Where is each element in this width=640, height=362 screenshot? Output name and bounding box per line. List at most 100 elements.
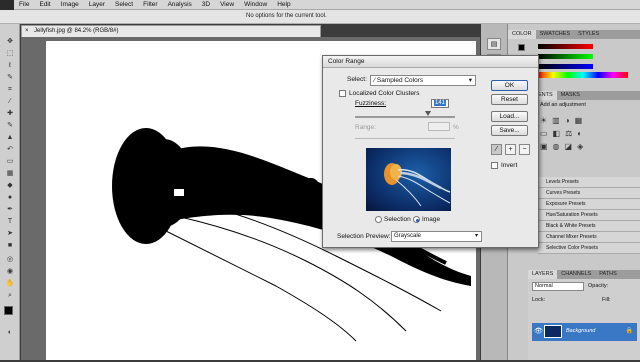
tab-paths[interactable]: PATHS [595,270,621,279]
color-fg-swatch[interactable] [518,44,525,51]
healing-tool-icon[interactable]: ✚ [5,110,15,118]
blur-tool-icon[interactable]: ◆ [5,182,15,190]
image-preview[interactable] [366,148,451,211]
image-radio-label: Image [422,216,441,223]
history-brush-tool-icon[interactable]: ↶ [5,146,15,154]
selection-radio[interactable] [375,216,382,223]
menu-view[interactable]: View [215,1,239,8]
range-unit: % [453,124,459,131]
shape-tool-icon[interactable]: ■ [5,242,15,250]
lasso-tool-icon[interactable]: ℓ [5,62,15,70]
color-spectrum[interactable] [538,72,628,78]
menu-edit[interactable]: Edit [34,1,55,8]
blend-mode-select[interactable]: Normal [532,282,584,291]
document-title: Jellyfish.jpg @ 84.2% (RGB/8#) [34,28,119,34]
history-panel-icon[interactable]: ▤ [487,38,501,50]
3d-rotate-tool-icon[interactable]: ◎ [5,256,15,264]
eyedropper-icon[interactable]: ⁄ [491,144,502,155]
fuzziness-slider-thumb[interactable] [425,111,431,116]
preset-exposure[interactable]: Exposure Presets [538,199,640,210]
preset-channel-mixer[interactable]: Channel Mixer Presets [538,232,640,243]
tab-channels[interactable]: CHANNELS [557,270,595,279]
visibility-eye-icon[interactable]: 👁 [534,327,543,335]
chevron-down-icon: ▾ [474,233,478,239]
reset-button[interactable]: Reset [491,94,528,105]
preset-black-white[interactable]: Black & White Presets [538,221,640,232]
preset-curves[interactable]: Curves Presets [538,188,640,199]
adjustment-icons-grid[interactable]: ☀▥◑▦ ▭◧⚖◐ ▣◍◪◈ [540,114,630,164]
tab-styles[interactable]: STYLES [574,30,603,39]
menu-select[interactable]: Select [110,1,138,8]
eyedropper-minus-icon[interactable]: − [519,144,530,155]
lock-label: Lock: [532,297,546,303]
ok-button[interactable]: OK [491,80,528,91]
blue-slider[interactable] [538,64,593,69]
menu-layer[interactable]: Layer [84,1,110,8]
red-slider[interactable] [538,44,593,49]
zoom-tool-icon[interactable]: ⌕ [5,292,15,300]
adjustments-heading: Add an adjustment [540,102,586,108]
quick-mask-icon[interactable]: ◐ [5,329,15,337]
preset-selective-color[interactable]: Selective Color Presets [538,243,640,254]
localized-checkbox[interactable] [339,90,346,97]
eraser-tool-icon[interactable]: ▭ [5,158,15,166]
select-dropdown[interactable]: ⁄ Sampled Colors ▾ [370,75,476,86]
tab-color[interactable]: COLOR [508,30,536,39]
preset-hue-saturation[interactable]: Hue/Saturation Presets [538,210,640,221]
selection-preview-value: Grayscale [394,233,422,239]
range-input[interactable] [428,122,450,131]
layer-thumbnail [544,325,562,338]
green-slider[interactable] [538,54,593,59]
load-button[interactable]: Load... [491,111,528,122]
save-button[interactable]: Save... [491,125,528,136]
tools-panel: ✥ ⬚ ℓ ✎ ⌗ ⁄ ✚ ✎ ▲ ↶ ▭ ▦ ◆ ● ✒ T ➤ ■ ◎ ◉ … [0,24,20,360]
eyedropper-tool-icon[interactable]: ⁄ [5,98,15,106]
fuzziness-value: 141 [433,100,446,106]
menu-analysis[interactable]: Analysis [163,1,197,8]
layers-panel: LAYERS CHANNELS PATHS Normal Opacity: Lo… [528,270,640,360]
crop-tool-icon[interactable]: ⌗ [5,86,15,94]
pen-tool-icon[interactable]: ✒ [5,206,15,214]
menu-filter[interactable]: Filter [138,1,162,8]
fuzziness-label: Fuzziness: [355,100,387,107]
image-radio[interactable] [413,216,420,223]
gradient-tool-icon[interactable]: ▦ [5,170,15,178]
dialog-title: Color Range [323,56,538,68]
document-tab[interactable]: × Jellyfish.jpg @ 84.2% (RGB/8#) [21,25,321,37]
fuzziness-input[interactable]: 141 [431,99,449,108]
stamp-tool-icon[interactable]: ▲ [5,134,15,142]
range-label: Range: [355,124,376,131]
menu-3d[interactable]: 3D [197,1,215,8]
menu-bar: File Edit Image Layer Select Filter Anal… [0,0,640,10]
preset-levels[interactable]: Levels Presets [538,177,640,188]
move-tool-icon[interactable]: ✥ [5,38,15,46]
select-label: Select: [347,76,367,83]
path-select-tool-icon[interactable]: ➤ [5,230,15,238]
tab-layers[interactable]: LAYERS [528,270,558,279]
layer-row-background[interactable]: 👁 Background 🔒 [532,323,637,341]
eyedropper-plus-icon[interactable]: + [505,144,516,155]
color-range-dialog: Color Range Select: ⁄ Sampled Colors ▾ L… [322,55,539,248]
menu-help[interactable]: Help [272,1,295,8]
dodge-tool-icon[interactable]: ● [5,194,15,202]
type-tool-icon[interactable]: T [5,218,15,226]
select-value: Sampled Colors [376,77,424,84]
marquee-tool-icon[interactable]: ⬚ [5,50,15,58]
foreground-color-swatch[interactable] [4,306,13,315]
tab-masks[interactable]: MASKS [557,91,584,100]
app-logo [0,0,14,10]
tab-swatches[interactable]: SWATCHES [536,30,575,39]
fuzziness-slider-track[interactable] [355,116,455,118]
quick-select-tool-icon[interactable]: ✎ [5,74,15,82]
options-bar: No options for the current tool. [0,10,640,24]
hand-tool-icon[interactable]: ✋ [5,280,15,288]
selection-preview-dropdown[interactable]: Grayscale ▾ [391,231,482,242]
menu-image[interactable]: Image [56,1,84,8]
close-tab-icon[interactable]: × [25,28,29,34]
brush-tool-icon[interactable]: ✎ [5,122,15,130]
menu-window[interactable]: Window [239,1,272,8]
selection-preview-label: Selection Preview: [337,233,391,240]
menu-file[interactable]: File [14,1,34,8]
3d-orbit-tool-icon[interactable]: ◉ [5,268,15,276]
invert-checkbox[interactable] [491,162,498,169]
